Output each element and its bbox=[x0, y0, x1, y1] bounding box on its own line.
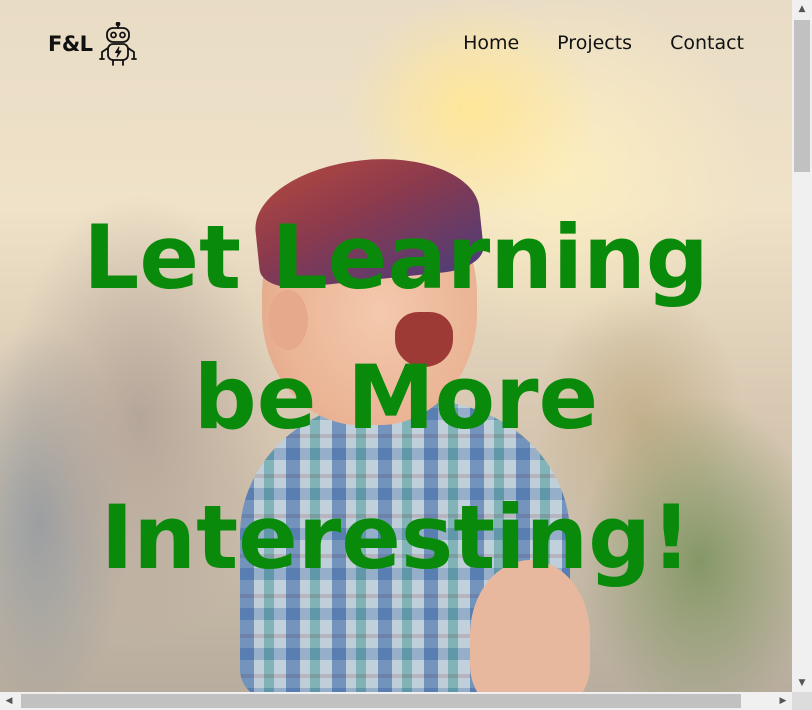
hero-headline-line-1: Let Learning bbox=[83, 206, 709, 309]
hero-headline: Let Learning be More Interesting! bbox=[0, 188, 792, 608]
vertical-scrollbar[interactable]: ▲ ▼ bbox=[792, 0, 812, 692]
hero-headline-line-2: be More bbox=[193, 346, 599, 449]
main-nav: Home Projects Contact bbox=[463, 32, 744, 54]
hero-headline-line-3: Interesting! bbox=[100, 486, 692, 589]
robot-icon bbox=[98, 22, 137, 66]
horizontal-scrollbar[interactable]: ◀ ▶ bbox=[0, 692, 792, 710]
nav-projects-link[interactable]: Projects bbox=[557, 32, 632, 54]
logo-text: F&L bbox=[48, 32, 93, 56]
arrow-left-icon[interactable]: ◀ bbox=[0, 692, 18, 710]
nav-home-link[interactable]: Home bbox=[463, 32, 519, 54]
arrow-right-icon[interactable]: ▶ bbox=[774, 692, 792, 710]
arrow-down-icon[interactable]: ▼ bbox=[792, 674, 812, 692]
top-nav-bar: F&L Home Projects Contact bbox=[0, 0, 792, 90]
site-logo[interactable]: F&L bbox=[48, 22, 139, 66]
nav-contact-link[interactable]: Contact bbox=[670, 32, 744, 54]
page-viewport: F&L Home Projects Contact Let Learning b… bbox=[0, 0, 792, 692]
scrollbar-corner bbox=[792, 692, 812, 710]
horizontal-scroll-thumb[interactable] bbox=[21, 694, 741, 708]
arrow-up-icon[interactable]: ▲ bbox=[792, 0, 812, 18]
vertical-scroll-thumb[interactable] bbox=[794, 20, 810, 172]
